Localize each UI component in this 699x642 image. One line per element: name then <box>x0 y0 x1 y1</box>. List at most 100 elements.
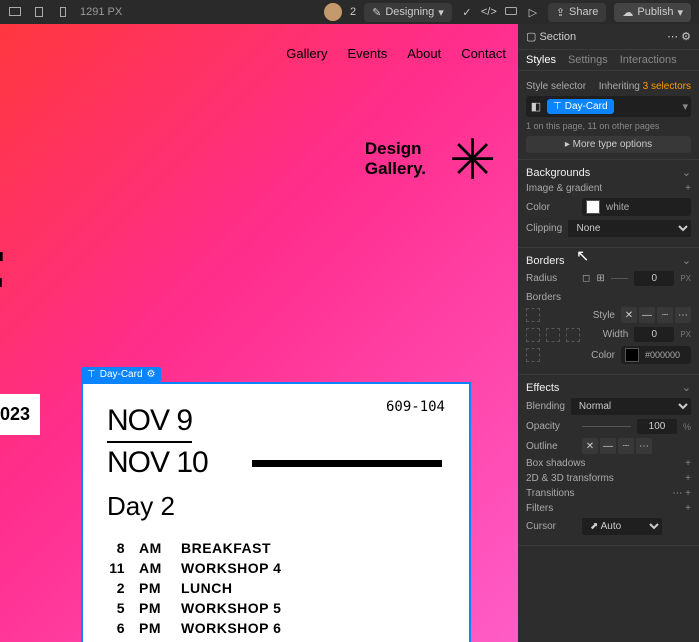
nav-contact[interactable]: Contact <box>461 46 506 61</box>
transforms-label: 2D & 3D transforms <box>526 473 614 484</box>
cursor-label: Cursor <box>526 521 576 532</box>
style-panel: ▢ Section ⋯ ⚙ Styles Settings Interactio… <box>518 24 699 642</box>
check-icon[interactable]: ✓ <box>460 5 474 19</box>
selector-usage: 1 on this page, 11 on other pages <box>526 121 691 131</box>
mode-button[interactable]: ✎ Designing ▾ <box>364 3 452 22</box>
outline-dashed[interactable]: ┈ <box>618 438 634 454</box>
opacity-label: Opacity <box>526 421 576 432</box>
avatar[interactable] <box>324 3 342 21</box>
logo-text: Design Gallery. <box>365 139 426 180</box>
play-icon[interactable]: ▷ <box>526 5 540 19</box>
add-transition-icon[interactable]: + <box>685 488 691 499</box>
outline-dotted[interactable]: ⋯ <box>636 438 652 454</box>
schedule-row: 5PMWORKSHOP 5 <box>107 600 445 616</box>
date-start: NOV 9 <box>107 404 192 443</box>
clipping-label: Clipping <box>526 223 562 234</box>
border-color-input[interactable]: #000000 <box>621 346 691 364</box>
border-dotted[interactable]: ⋯ <box>675 307 691 323</box>
tab-settings[interactable]: Settings <box>568 54 608 66</box>
style-selector-label: Style selector <box>526 81 586 92</box>
borders-title: Borders <box>526 255 565 267</box>
border-dashed[interactable]: ┈ <box>657 307 673 323</box>
topbar: 1291 PX 2 ✎ Designing ▾ ✓ </> ▷ ⇪ Share … <box>0 0 699 24</box>
day-title: Day 2 <box>107 491 445 522</box>
add-bg-icon[interactable]: + <box>685 183 691 194</box>
chevron-down-icon[interactable]: ▾ <box>682 100 688 113</box>
box-shadows-label: Box shadows <box>526 458 585 469</box>
panel-tabs: Styles Settings Interactions <box>518 50 699 71</box>
star-icon: ✳︎ <box>449 132 496 188</box>
schedule-row: 11AMWORKSHOP 4 <box>107 560 445 576</box>
tab-interactions[interactable]: Interactions <box>620 54 677 66</box>
blending-label: Blending <box>526 401 565 412</box>
add-shadow-icon[interactable]: + <box>685 458 691 469</box>
day-card[interactable]: 609-104 NOV 9 NOV 10 Day 2 8AMBREAKFAST … <box>81 382 471 642</box>
border-solid[interactable]: ― <box>639 307 655 323</box>
more-type-options[interactable]: ▸ More type options <box>526 136 691 153</box>
outline-label: Outline <box>526 441 576 452</box>
border-side-right[interactable] <box>566 328 580 342</box>
tab-styles[interactable]: Styles <box>526 54 556 66</box>
card-number: 609-104 <box>386 399 445 415</box>
tablet-icon[interactable] <box>32 5 46 19</box>
site-nav: Gallery Events About Contact <box>286 46 506 61</box>
schedule-row: 2PMLUNCH <box>107 580 445 596</box>
border-side-top[interactable] <box>526 308 540 322</box>
outline-solid[interactable]: ― <box>600 438 616 454</box>
border-none[interactable]: ✕ <box>621 307 637 323</box>
border-width-input[interactable] <box>634 327 674 342</box>
selector-input[interactable]: ◧ ⊤ Day-Card ▾ <box>526 96 691 117</box>
backgrounds-title: Backgrounds <box>526 167 590 179</box>
outline-none[interactable]: ✕ <box>582 438 598 454</box>
color-swatch[interactable] <box>586 200 600 214</box>
borders-sublabel: Borders <box>526 292 561 303</box>
chevron-down-icon[interactable]: ⌄ <box>682 254 691 267</box>
canvas-width[interactable]: 1291 PX <box>80 6 122 18</box>
bg-color-input[interactable]: white <box>582 198 691 216</box>
date-end: NOV 10 <box>107 446 208 479</box>
border-all[interactable] <box>546 328 560 342</box>
opacity-input[interactable] <box>637 419 677 434</box>
radius-input[interactable] <box>634 271 674 286</box>
nav-events[interactable]: Events <box>347 46 387 61</box>
more-icon[interactable]: ⋯ <box>672 488 682 499</box>
hero-text-2: + CONF <box>0 234 4 326</box>
share-button[interactable]: ⇪ Share <box>548 3 607 22</box>
code-icon[interactable]: </> <box>482 5 496 19</box>
panel-element-name: Section <box>539 31 576 43</box>
color-swatch[interactable] <box>625 348 639 362</box>
nav-gallery[interactable]: Gallery <box>286 46 327 61</box>
canvas[interactable]: Gallery Events About Contact Design Gall… <box>0 24 518 642</box>
add-transform-icon[interactable]: + <box>685 473 691 484</box>
selection-tag[interactable]: ⊤ Day-Card ⚙ <box>81 367 161 382</box>
avatar-count: 2 <box>350 6 356 18</box>
inherit-count[interactable]: 3 selectors <box>643 81 691 92</box>
gear-icon[interactable]: ⚙ <box>681 31 691 43</box>
radius-corners-icon[interactable]: ⊞ <box>596 273 604 284</box>
brush-icon[interactable]: ◧ <box>529 100 543 114</box>
schedule-row: 6PMWORKSHOP 6 <box>107 620 445 636</box>
card-bar <box>252 460 442 467</box>
desktop-icon[interactable] <box>8 5 22 19</box>
more-icon[interactable]: ⋯ <box>667 31 678 43</box>
chevron-down-icon[interactable]: ⌄ <box>682 381 691 394</box>
effects-title: Effects <box>526 382 559 394</box>
clipping-select[interactable]: None <box>568 220 691 237</box>
selector-chip: ⊤ Day-Card <box>547 99 614 114</box>
border-side-bottom[interactable] <box>526 348 540 362</box>
image-gradient-label: Image & gradient <box>526 183 602 194</box>
prev-card[interactable]: 2023 <box>0 394 40 435</box>
chevron-down-icon[interactable]: ⌄ <box>682 166 691 179</box>
cursor-select[interactable]: ⬈ Auto <box>582 518 662 535</box>
radius-mode-icon[interactable]: ◻ <box>582 273 590 284</box>
blending-select[interactable]: Normal <box>571 398 691 415</box>
publish-button[interactable]: ☁ Publish ▾ <box>614 3 691 22</box>
mobile-icon[interactable] <box>56 5 70 19</box>
nav-about[interactable]: About <box>407 46 441 61</box>
transitions-label: Transitions <box>526 488 575 499</box>
radius-label: Radius <box>526 273 576 284</box>
comment-icon[interactable] <box>504 5 518 19</box>
border-side-left[interactable] <box>526 328 540 342</box>
add-filter-icon[interactable]: + <box>685 503 691 514</box>
schedule-row: 8AMBREAKFAST <box>107 540 445 556</box>
